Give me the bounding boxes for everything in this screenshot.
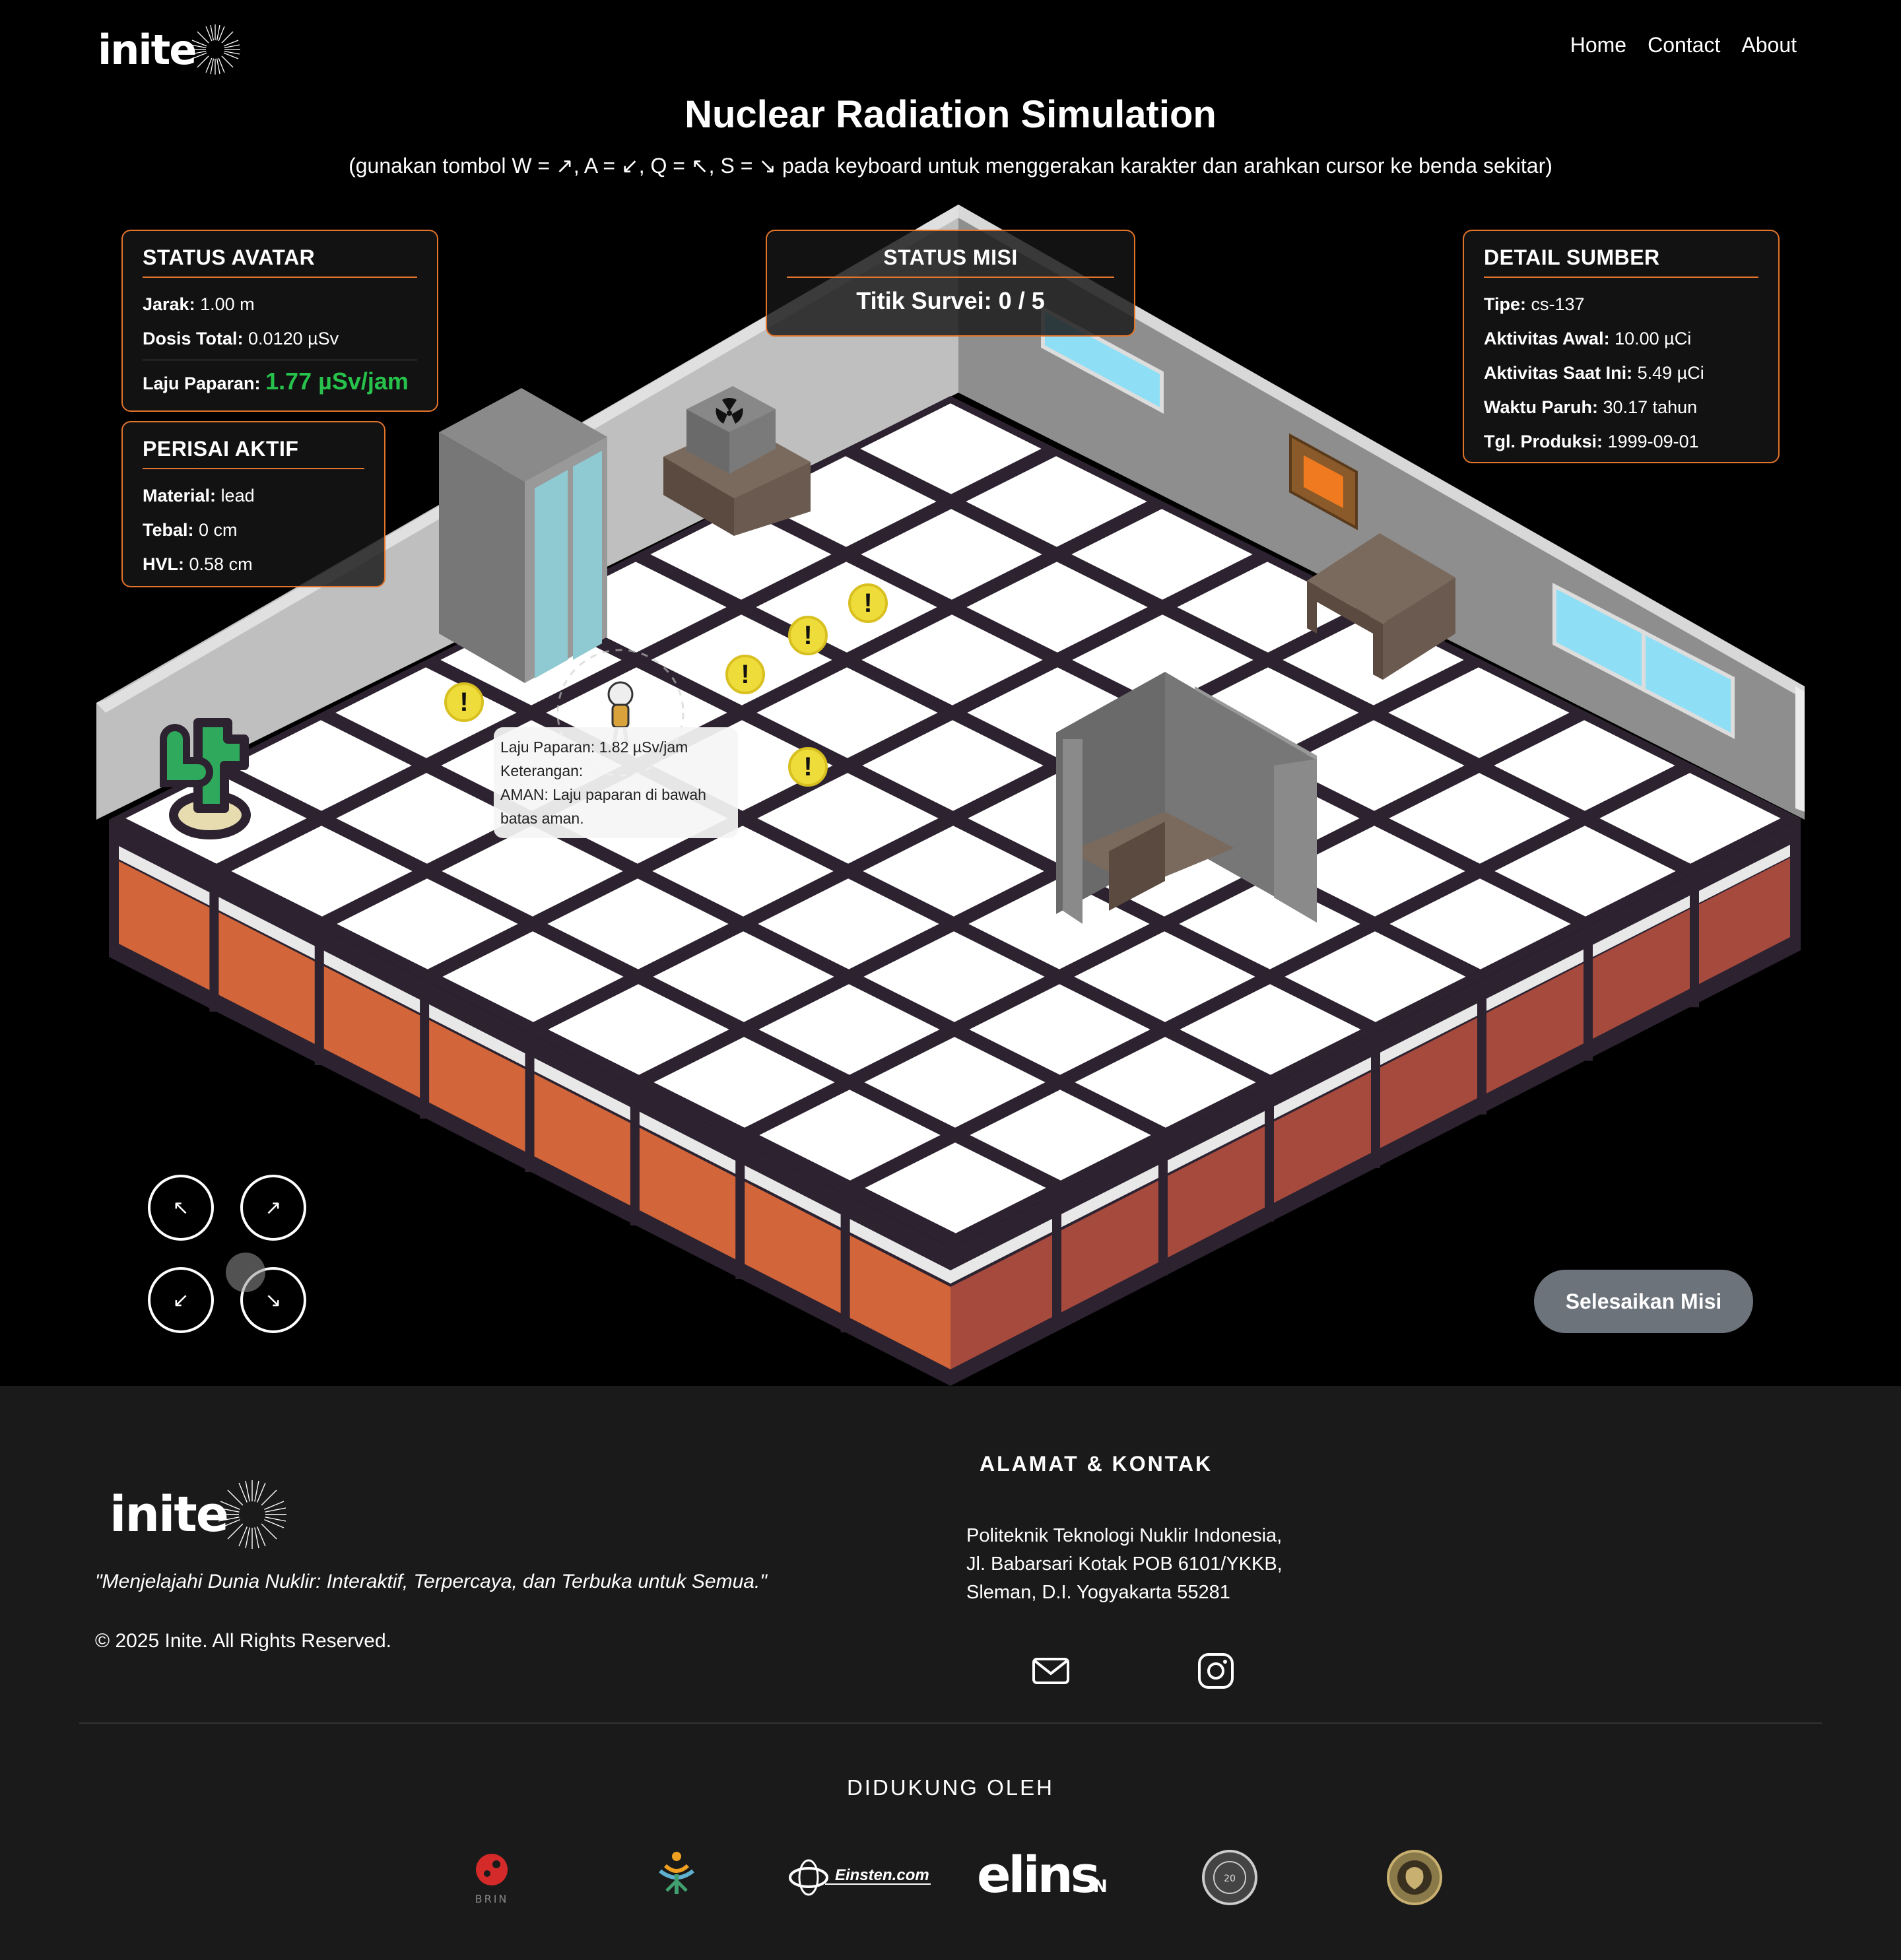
- logo-text: inite: [98, 25, 197, 74]
- footer-divider: [79, 1722, 1822, 1724]
- finish-mission-button[interactable]: Selesaikan Misi: [1534, 1270, 1753, 1333]
- survey-point-marker[interactable]: !: [444, 682, 484, 722]
- address-line: Jl. Babarsari Kotak POB 6101/YKKB,: [966, 1553, 1283, 1575]
- fridge[interactable]: [439, 388, 607, 683]
- svg-text:20: 20: [1224, 1874, 1236, 1884]
- move-up-left-button[interactable]: ↖: [148, 1175, 214, 1241]
- emblem-icon: [1387, 1850, 1442, 1905]
- address-line: Politeknik Teknologi Nuklir Indonesia,: [966, 1525, 1283, 1546]
- sunburst-icon: [190, 24, 241, 75]
- address-line: Sleman, D.I. Yogyakarta 55281: [966, 1582, 1230, 1603]
- survey-point-marker[interactable]: !: [788, 747, 828, 787]
- footer-logo[interactable]: inite: [110, 1478, 288, 1551]
- dose-row: Dosis Total: 0.0120 µSv: [143, 329, 339, 348]
- elins-logo-icon: elins N: [977, 1851, 1108, 1904]
- top-nav: inite Home Contact About: [0, 0, 1901, 99]
- address: Politeknik Teknologi Nuklir Indonesia, J…: [966, 1522, 1283, 1607]
- einsten-logo-icon: Einsten.com: [789, 1859, 931, 1896]
- tooltip-label: Keterangan:: [500, 762, 584, 779]
- joystick-handle[interactable]: [226, 1253, 265, 1292]
- logo-text: inite: [110, 1486, 229, 1543]
- material-row: Material: lead: [143, 486, 255, 506]
- contact-heading: ALAMAT & KONTAK: [980, 1452, 1213, 1476]
- tooltip-status-cont: batas aman.: [500, 810, 584, 827]
- sponsor-class-logo[interactable]: 20: [1200, 1841, 1259, 1914]
- avatar-status-panel: STATUS AVATAR Jarak: 1.00 m Dosis Total:…: [121, 230, 438, 412]
- game-scene[interactable]: !!!!! Laju Paparan: 1.82 µSv/jam Keteran…: [0, 191, 1901, 1387]
- instagram-icon[interactable]: [1195, 1650, 1237, 1692]
- source-detail-panel: DETAIL SUMBER Tipe: cs-137 Aktivitas Awa…: [1463, 230, 1780, 463]
- shield-panel: PERISAI AKTIF Material: lead Tebal: 0 cm…: [121, 421, 385, 587]
- production-date-row: Tgl. Produksi: 1999-09-01: [1484, 432, 1699, 451]
- half-life-row: Waktu Paruh: 30.17 tahun: [1484, 397, 1698, 417]
- sponsor-elins-logo[interactable]: elins N: [977, 1841, 1116, 1914]
- move-up-right-button[interactable]: ↗: [240, 1175, 306, 1241]
- page-subtitle: (gunakan tombol W = ↗, A = ↙, Q = ↖, S =…: [349, 154, 1552, 178]
- svg-text:elins: elins: [977, 1851, 1098, 1904]
- tooltip-status: AMAN: Laju paparan di bawah: [500, 786, 706, 803]
- panel-heading: STATUS AVATAR: [143, 245, 417, 278]
- mission-status-panel: STATUS MISI Titik Survei: 0 / 5: [766, 230, 1135, 337]
- class-badge-icon: 20: [1202, 1850, 1257, 1905]
- survey-point-marker[interactable]: !: [848, 583, 888, 623]
- svg-text:BRIN: BRIN: [475, 1893, 509, 1905]
- sponsor-brin-logo[interactable]: BRIN: [455, 1841, 528, 1914]
- hover-tooltip: Laju Paparan: 1.82 µSv/jam Keterangan: A…: [494, 727, 738, 838]
- survey-point-marker[interactable]: !: [788, 616, 828, 655]
- footer: inite "Menjelajahi Dunia Nuklir: Interak…: [0, 1386, 1901, 1960]
- survey-counter: Titik Survei: 0 / 5: [856, 287, 1045, 314]
- panel-heading: DETAIL SUMBER: [1484, 245, 1758, 278]
- nav-about-link[interactable]: About: [1741, 33, 1797, 57]
- tooltip-rate: Laju Paparan: 1.82 µSv/jam: [500, 738, 688, 756]
- panel-heading: PERISAI AKTIF: [143, 437, 364, 469]
- nav-contact-link[interactable]: Contact: [1648, 33, 1720, 57]
- brand-logo[interactable]: inite: [98, 20, 242, 79]
- initial-activity-row: Aktivitas Awal: 10.00 µCi: [1484, 329, 1692, 348]
- hvl-row: HVL: 0.58 cm: [143, 554, 253, 574]
- copyright: © 2025 Inite. All Rights Reserved.: [95, 1630, 392, 1652]
- poltek-logo-icon: [659, 1852, 694, 1894]
- nav-home-link[interactable]: Home: [1570, 33, 1626, 57]
- panel-heading: STATUS MISI: [787, 245, 1114, 278]
- thickness-row: Tebal: 0 cm: [143, 520, 238, 540]
- source-type-row: Tipe: cs-137: [1484, 294, 1585, 314]
- tagline: "Menjelajahi Dunia Nuklir: Interaktif, T…: [95, 1571, 767, 1592]
- exposure-rate-row: Laju Paparan: 1.77 µSv/jam: [143, 368, 409, 395]
- page-title: Nuclear Radiation Simulation: [684, 93, 1217, 136]
- mail-icon[interactable]: [1030, 1650, 1072, 1692]
- svg-text:N: N: [1093, 1877, 1108, 1897]
- move-down-left-button[interactable]: ↙: [148, 1267, 214, 1333]
- current-activity-row: Aktivitas Saat Ini: 5.49 µCi: [1484, 363, 1704, 383]
- nav-links: Home Contact About: [1570, 33, 1797, 57]
- sponsor-emblem-logo[interactable]: [1385, 1841, 1444, 1914]
- exposure-rate-value: 1.77 µSv/jam: [265, 368, 409, 395]
- sunburst-icon: [217, 1480, 286, 1549]
- sponsor-einsten-logo[interactable]: Einsten.com: [785, 1841, 937, 1914]
- distance-row: Jarak: 1.00 m: [143, 294, 255, 314]
- support-heading: DIDUKUNG OLEH: [846, 1775, 1055, 1800]
- survey-point-marker[interactable]: !: [725, 655, 765, 694]
- radiation-icon: [716, 398, 743, 424]
- svg-text:Einsten.com: Einsten.com: [835, 1866, 929, 1884]
- brin-logo-icon: BRIN: [475, 1854, 509, 1905]
- sponsor-poltek-logo[interactable]: [640, 1841, 713, 1914]
